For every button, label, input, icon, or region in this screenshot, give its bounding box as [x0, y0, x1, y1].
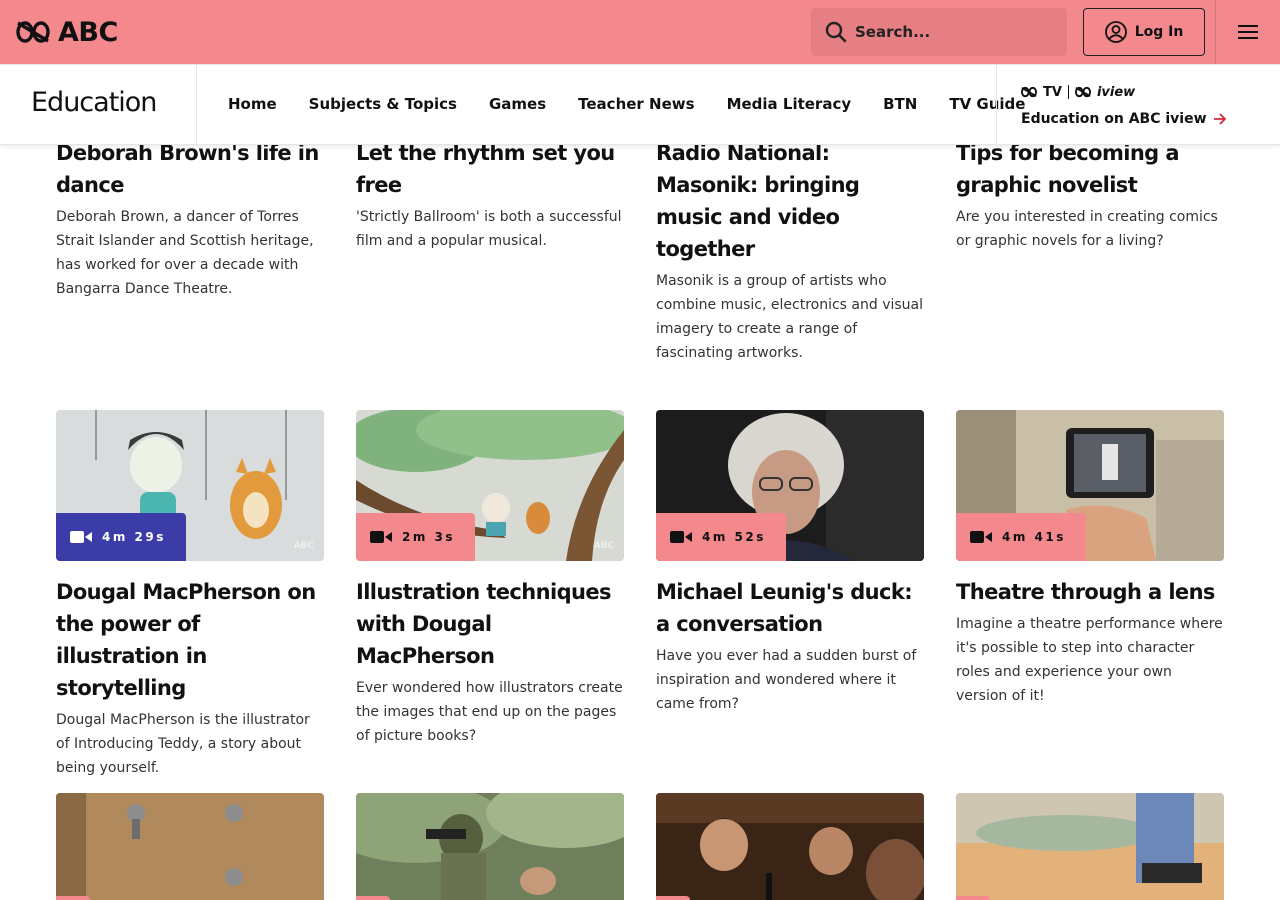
video-icon	[970, 531, 992, 543]
iview-promo[interactable]: TV iview Education on ABC iview	[1021, 83, 1227, 127]
abc-lissajous-icon	[1074, 86, 1091, 98]
nav-divider	[996, 65, 997, 145]
nav-link-btn[interactable]: BTN	[883, 95, 917, 113]
abc-logo-text: ABC	[58, 16, 118, 48]
wood-panel-image	[56, 793, 324, 900]
card-description: Ever wondered how illustrators create th…	[356, 680, 623, 744]
soldiers-image	[356, 793, 624, 900]
content-card[interactable]: Deborah Brown's life in dance Deborah Br…	[56, 137, 324, 301]
video-duration-badge	[56, 896, 90, 900]
card-title[interactable]: Deborah Brown's life in dance	[56, 137, 324, 201]
card-title[interactable]: Illustration techniques with Dougal MacP…	[356, 576, 624, 672]
login-label: Log In	[1134, 24, 1184, 40]
video-thumbnail[interactable]: 4m 41s	[956, 410, 1224, 561]
menu-button[interactable]	[1230, 20, 1266, 44]
card-title[interactable]: Radio National: Masonik: bringing music …	[656, 137, 924, 265]
login-button[interactable]: Log In	[1083, 8, 1205, 56]
nav-links: Home Subjects & Topics Games Teacher New…	[228, 95, 1025, 113]
abc-watermark-icon: ABC	[293, 541, 314, 551]
card-description: Are you interested in creating comics or…	[956, 209, 1218, 249]
nav-link-teacher-news[interactable]: Teacher News	[578, 95, 694, 113]
nav-divider	[196, 65, 197, 145]
content-card[interactable]: Michael Leunig's duck: a conversation Ha…	[656, 576, 924, 716]
nav-link-games[interactable]: Games	[489, 95, 546, 113]
video-duration-badge	[956, 896, 990, 900]
video-thumbnail[interactable]	[656, 793, 924, 900]
abc-lissajous-icon	[1021, 86, 1037, 98]
video-thumbnail[interactable]: 4m 52s	[656, 410, 924, 561]
card-title[interactable]: Tips for becoming a graphic novelist	[956, 137, 1224, 201]
video-icon	[670, 531, 692, 543]
nav-link-tv-guide[interactable]: TV Guide	[949, 95, 1025, 113]
section-title[interactable]: Education	[31, 87, 157, 118]
logo-separator	[1067, 85, 1069, 99]
section-nav: Education Home Subjects & Topics Games T…	[0, 64, 1280, 145]
iview-link[interactable]: Education on ABC iview	[1021, 111, 1227, 127]
video-icon	[370, 531, 392, 543]
card-description: Have you ever had a sudden burst of insp…	[656, 648, 917, 712]
content-card[interactable]: Theatre through a lens Imagine a theatre…	[956, 576, 1224, 708]
content-card[interactable]: Dougal MacPherson on the power of illust…	[56, 576, 324, 780]
content-card[interactable]: Tips for becoming a graphic novelist Are…	[956, 137, 1224, 253]
card-description: Masonik is a group of artists who combin…	[656, 273, 924, 361]
nav-link-home[interactable]: Home	[228, 95, 277, 113]
user-icon	[1104, 21, 1127, 43]
iview-logos: TV iview	[1021, 83, 1227, 101]
search-icon	[825, 21, 847, 43]
content-card[interactable]: Radio National: Masonik: bringing music …	[656, 137, 924, 365]
video-thumbnail[interactable]	[956, 793, 1224, 900]
video-duration-badge: 2m 3s	[356, 513, 476, 561]
search-box[interactable]	[811, 8, 1067, 56]
video-duration-badge: 4m 41s	[956, 513, 1086, 561]
video-icon	[70, 531, 92, 543]
video-duration-badge	[356, 896, 390, 900]
abc-lissajous-icon	[16, 21, 50, 43]
abc-watermark-icon: ABC	[593, 541, 614, 551]
header-divider	[1215, 0, 1216, 64]
duration-label: 4m 52s	[702, 530, 766, 544]
video-thumbnail[interactable]: 2m 3s ABC	[356, 410, 624, 561]
painting-image	[956, 793, 1224, 900]
card-description: Dougal MacPherson is the illustrator of …	[56, 712, 310, 776]
card-title[interactable]: Theatre through a lens	[956, 576, 1224, 608]
card-title[interactable]: Dougal MacPherson on the power of illust…	[56, 576, 324, 704]
card-title[interactable]: Let the rhythm set you free	[356, 137, 624, 201]
nav-link-subjects-topics[interactable]: Subjects & Topics	[309, 95, 457, 113]
video-duration-badge: 4m 29s	[56, 513, 186, 561]
abc-logo[interactable]: ABC	[16, 16, 118, 48]
content-card[interactable]: Let the rhythm set you free 'Strictly Ba…	[356, 137, 624, 253]
abc-iview-logo-text: iview	[1096, 84, 1136, 100]
content-card[interactable]: Illustration techniques with Dougal MacP…	[356, 576, 624, 748]
card-description: 'Strictly Ballroom' is both a successful…	[356, 209, 622, 249]
iview-link-label: Education on ABC iview	[1021, 111, 1207, 127]
duration-label: 4m 29s	[102, 530, 166, 544]
card-title[interactable]: Michael Leunig's duck: a conversation	[656, 576, 924, 640]
arrow-right-icon	[1213, 113, 1226, 125]
duration-label: 2m 3s	[402, 530, 456, 544]
card-description: Deborah Brown, a dancer of Torres Strait…	[56, 209, 314, 297]
card-description: Imagine a theatre performance where it's…	[956, 616, 1223, 704]
video-duration-badge: 4m 52s	[656, 513, 786, 561]
video-thumbnail[interactable]	[356, 793, 624, 900]
video-thumbnail[interactable]	[56, 793, 324, 900]
site-header: ABC Log In	[0, 0, 1280, 64]
nav-link-media-literacy[interactable]: Media Literacy	[727, 95, 852, 113]
duration-label: 4m 41s	[1002, 530, 1066, 544]
abc-tv-logo-text: TV	[1043, 84, 1062, 100]
search-input[interactable]	[855, 23, 1045, 41]
studio-image	[656, 793, 924, 900]
video-duration-badge	[656, 896, 690, 900]
video-thumbnail[interactable]: 4m 29s ABC	[56, 410, 324, 561]
menu-icon	[1238, 25, 1258, 39]
